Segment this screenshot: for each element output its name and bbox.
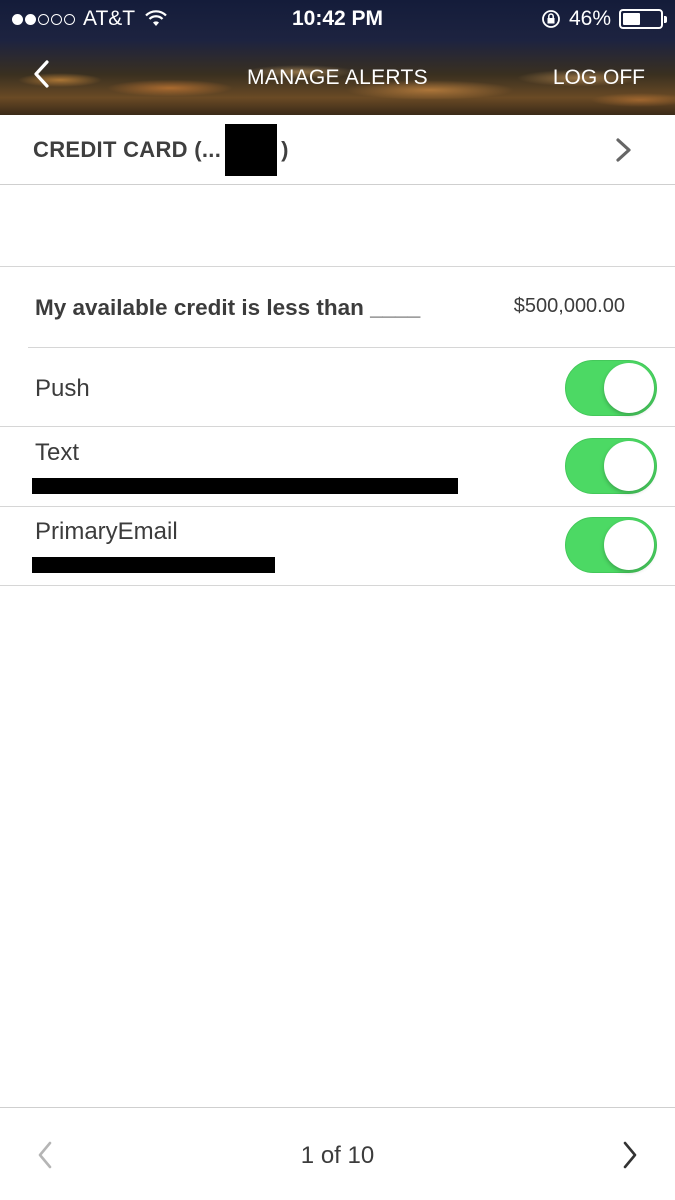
primary-email-toggle[interactable] [565,517,657,573]
toggle-knob [604,441,654,491]
page-indicator: 1 of 10 [300,1142,375,1169]
log-off-button[interactable]: LOG OFF [553,66,645,90]
chevron-right-icon [616,138,631,162]
redacted-phone-number [32,478,458,494]
channel-text: Text [0,427,675,506]
channel-label: Push [35,375,90,402]
redacted-account-number [225,123,278,176]
account-label-prefix: CREDIT CARD (... [33,136,222,162]
status-bar: AT&T 10:42 PM 46% [0,0,675,38]
text-toggle[interactable] [565,438,657,494]
channel-label: Text [35,439,80,466]
channel-push: Push [0,348,675,427]
spacer-section [0,185,675,267]
orientation-lock-icon [542,10,560,28]
toggle-knob [604,363,654,413]
alert-description: My available credit is less than ____ [35,295,421,320]
account-label-suffix: ) [281,136,289,162]
push-toggle[interactable] [565,360,657,416]
battery-fill [623,13,640,25]
redacted-email-address [32,557,275,573]
battery-percent: 46% [568,7,611,30]
alert-amount[interactable]: $500,000.00 [514,295,625,318]
battery-icon [619,9,667,29]
divider [0,585,675,586]
next-page-button[interactable] [621,1140,639,1175]
toggle-knob [604,520,654,570]
channel-label: PrimaryEmail [35,518,178,545]
account-label: CREDIT CARD (... ) [33,123,289,176]
status-right: 46% [541,7,667,31]
account-selector[interactable]: CREDIT CARD (... ) [0,115,675,185]
chevron-right-icon [623,1141,637,1169]
channel-primary-email: PrimaryEmail [0,507,675,586]
pager-footer: 1 of 10 [0,1107,675,1200]
header: AT&T 10:42 PM 46% MANAGE ALERTS LOG OFF [0,0,675,115]
